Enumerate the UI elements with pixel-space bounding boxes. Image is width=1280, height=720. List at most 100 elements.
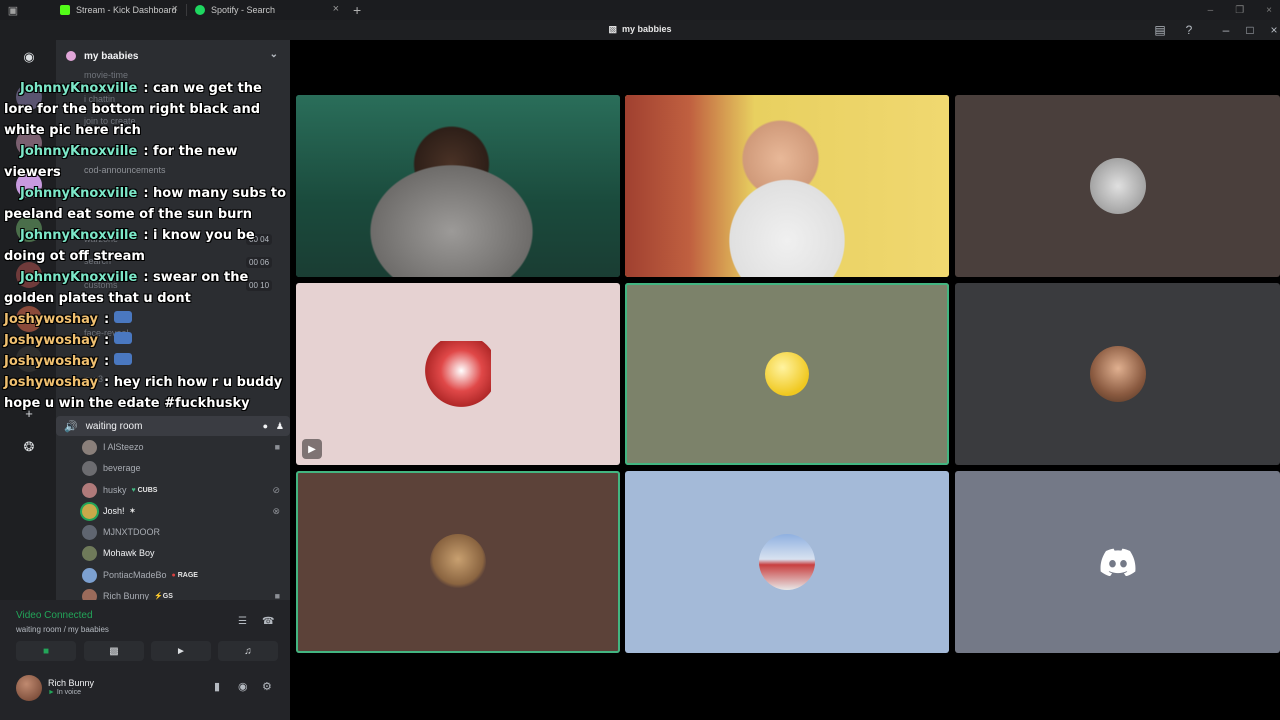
kick-favicon-icon [60,5,70,15]
chat-username: Joshywoshay [4,312,99,327]
add-member-icon[interactable]: ♟ [276,421,284,432]
avatar [82,482,97,498]
chevron-down-icon[interactable]: ⌄ [270,49,278,60]
participant-tile[interactable] [955,95,1280,277]
emote-icon [113,332,132,344]
badge-label: RAGE [177,571,198,579]
participant-tile[interactable] [955,283,1280,465]
voice-member[interactable]: Josh! ✶ ⊗ [82,501,282,521]
discord-logo-icon [1100,548,1135,576]
flame-icon: ● [171,571,176,579]
camera-icon: ■ [42,645,50,657]
tab-kick-dashboard[interactable]: Stream - Kick Dashboard × [26,0,186,20]
disconnect-icon[interactable]: ☎ [262,616,274,627]
voice-channel-waiting-room[interactable]: 🔊 waiting room ● ♟ [56,416,290,436]
video-tile[interactable] [296,95,620,277]
screen-share-button[interactable]: ▩ [84,641,144,661]
voice-member[interactable]: I AlSteezo ■ [82,437,282,457]
screen-share-icon: ▩ [109,645,119,657]
speaker-icon: 🔊 [64,420,78,433]
close-window-icon[interactable]: × [1266,5,1272,16]
avatar [82,524,97,540]
app-window: ▣ Stream - Kick Dashboard × Spotify - Se… [0,0,1280,720]
voice-member[interactable]: husky ♥ CUBS ⊘ [82,480,282,500]
avatar [82,503,97,519]
minimize-icon[interactable]: – [1208,5,1214,16]
minimize-icon[interactable]: – [1218,22,1234,38]
server-name: my baabies [84,50,139,62]
close-window-icon[interactable]: × [1266,22,1280,38]
chat-username: JohnnyKnoxville [20,270,138,285]
voice-connection-panel: Video Connected waiting room / my baabie… [0,600,290,670]
close-tab-icon[interactable]: × [172,3,178,15]
chat-message: JohnnyKnoxville: i know you be doing ot … [4,228,255,264]
window-title-text: my babbies [621,24,672,34]
tab-spotify-search[interactable]: Spotify - Search × [187,0,347,20]
maximize-icon[interactable]: ❐ [1235,5,1244,16]
camera-button[interactable]: ■ [16,641,76,661]
avatar [765,352,809,396]
participant-tile[interactable] [625,283,949,465]
discord-logo-icon [1098,542,1138,582]
chat-username: JohnnyKnoxville [20,228,138,243]
avatar [430,534,486,590]
avatar[interactable] [16,675,42,701]
voice-channel-path[interactable]: waiting room / my baabies [16,625,109,634]
member-name: PontiacMadeBo [103,570,167,580]
tab-actions-icon[interactable]: ▣ [0,0,26,20]
soundboard-button[interactable]: ♫ [218,641,278,661]
gamepad-icon: ► [176,645,186,657]
spotify-favicon-icon [195,5,205,15]
voice-member[interactable]: Mohawk Boy [82,543,282,563]
tab-label: Stream - Kick Dashboard [76,5,177,15]
member-name: I AlSteezo [103,442,144,452]
channel-title-icon: ▧ [608,24,617,34]
participant-tile[interactable] [625,471,949,653]
headphones-icon[interactable]: ◉ [238,680,248,693]
avatar [759,534,815,590]
noise-suppression-icon[interactable]: ☰ [238,616,247,627]
member-badge: ♥ CUBS [132,487,158,494]
close-tab-icon[interactable]: × [333,3,339,15]
chat-message: Joshywoshay: [4,330,290,351]
new-tab-button[interactable]: + [353,2,361,18]
heart-icon: ♥ [131,486,136,494]
chat-username: Joshywoshay [4,375,99,390]
participant-tile[interactable]: ▶ [296,283,620,465]
voice-member[interactable]: PontiacMadeBo ● RAGE [82,565,282,585]
chat-username: Joshywoshay [4,354,99,369]
activities-button[interactable]: ► [151,641,211,661]
video-call-stage: ▶ [290,40,1280,720]
chat-bubble-icon[interactable]: ● [263,421,268,431]
chat-username: JohnnyKnoxville [20,186,138,201]
user-status-text: In voice [56,689,81,696]
member-name: MJNXTDOOR [103,527,160,537]
xbox-icon: ⊗ [272,505,280,516]
explore-icon[interactable]: ❂ [16,434,42,460]
microphone-icon[interactable]: ▮ [214,680,220,693]
server-header[interactable]: my baabies ⌄ [56,40,290,72]
participant-tile[interactable] [955,471,1280,653]
voice-channel-name: waiting room [85,420,143,432]
muted-icon: ⊘ [272,484,280,495]
member-badge: ● RAGE [172,572,198,579]
discord-title-bar: ▧ my babbies ▤ ? – □ × [0,20,1280,40]
voice-member[interactable]: MJNXTDOOR [82,522,282,542]
discord-home-icon[interactable]: ◉ [16,44,42,70]
maximize-icon[interactable]: □ [1242,22,1258,38]
inbox-icon[interactable]: ▤ [1152,22,1168,38]
bolt-icon: ⚡ [154,593,163,600]
browser-tab-bar: ▣ Stream - Kick Dashboard × Spotify - Se… [0,0,1280,20]
chat-message: Joshywoshay: hey rich how r u buddy hope… [4,375,283,411]
member-badge: ⚡GS [154,592,173,600]
gear-icon[interactable]: ⚙ [262,680,272,693]
participant-tile[interactable] [296,471,620,653]
emote-icon [113,353,132,365]
soundboard-icon: ♫ [244,645,252,657]
user-status: ► In voice [48,689,81,696]
voice-status: Video Connected [16,610,93,621]
help-icon[interactable]: ? [1181,22,1197,38]
video-tile[interactable] [625,95,949,277]
streaming-icon: ▶ [302,439,322,459]
voice-member[interactable]: beverage [82,458,282,478]
